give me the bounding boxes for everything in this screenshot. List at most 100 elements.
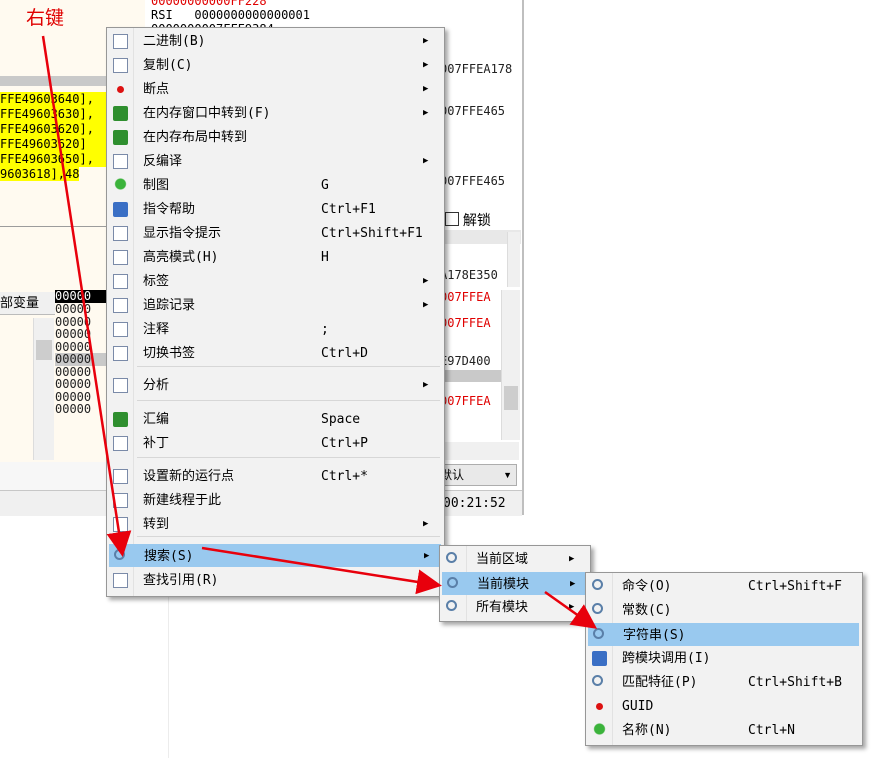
menu-item-label: 补丁 bbox=[143, 436, 170, 451]
locals-scrollbar[interactable] bbox=[33, 318, 54, 460]
menu-item-assemble[interactable]: 汇编 Space bbox=[109, 408, 441, 431]
checkbox-box[interactable] bbox=[445, 212, 459, 226]
menu-item-highlight-mode[interactable]: 高亮模式(H) H bbox=[109, 246, 441, 269]
submenu-arrow-icon: ▶ bbox=[423, 300, 429, 310]
context-menu[interactable]: 二进制(B) ▶ 复制(C) ▶ 断点 ▶ 在内存窗口中转到(F) ▶ 在内存布局中转到 反编译 ▶… bbox=[106, 27, 445, 597]
menu-item-pattern[interactable]: 匹配特征(P) Ctrl+Shift+B bbox=[588, 671, 859, 694]
menu-item-trace-record[interactable]: 追踪记录 ▶ bbox=[109, 294, 441, 317]
menu-item-analysis[interactable]: 分析 ▶ bbox=[109, 374, 441, 397]
menu-item-comment[interactable]: 注释; bbox=[109, 318, 441, 341]
menu-item-set-new-origin[interactable]: 设置新的运行点 Ctrl+* bbox=[109, 465, 441, 488]
menu-item-label: 二进制(B) bbox=[143, 34, 206, 49]
comment-icon bbox=[113, 322, 128, 337]
locals-tab[interactable]: 部变量 bbox=[0, 292, 55, 315]
submenu-arrow-icon: ▶ bbox=[423, 60, 429, 70]
asm-line: FFE49603640], bbox=[0, 92, 120, 107]
submenu-arrow-icon: ▶ bbox=[423, 156, 429, 166]
menu-item-goto[interactable]: 转到 ▶ bbox=[109, 513, 441, 536]
calls-icon bbox=[592, 651, 607, 666]
register-row: RSI 0000000000000001 bbox=[151, 8, 310, 22]
menu-item-instruction-help[interactable]: 指令帮助 Ctrl+F1 bbox=[109, 198, 441, 221]
graph-icon bbox=[113, 178, 128, 193]
menu-item-label: 跨模块调用(I) bbox=[622, 651, 711, 666]
guid-icon bbox=[592, 699, 607, 714]
menu-item-patch[interactable]: 补丁 Ctrl+P bbox=[109, 432, 441, 455]
menu-item-label: 断点 bbox=[143, 82, 170, 97]
menu-item-command[interactable]: 命令(O) Ctrl+Shift+F bbox=[588, 575, 859, 598]
menu-item-shortcut: ; bbox=[321, 322, 329, 337]
menu-item-label: 在内存布局中转到 bbox=[143, 130, 248, 145]
menu-item-create-thread[interactable]: 新建线程于此 bbox=[109, 489, 441, 512]
submenu-arrow-icon: ▶ bbox=[423, 84, 429, 94]
menu-item-find-references[interactable]: 查找引用(R) ▶ bbox=[109, 569, 441, 592]
menu-item-intermodular-calls[interactable]: 跨模块调用(I) bbox=[588, 647, 859, 670]
menu-item-graph[interactable]: 制图 G bbox=[109, 174, 441, 197]
stack-value: E97D400 bbox=[440, 354, 491, 368]
side-value: 007FFE465 bbox=[440, 174, 506, 188]
submenu-arrow-icon: ▶ bbox=[569, 554, 575, 564]
memory-window-icon bbox=[113, 106, 128, 121]
menu-item-binary[interactable]: 二进制(B) ▶ bbox=[109, 30, 441, 53]
menu-item-label: 名称(N) bbox=[622, 723, 672, 738]
menu-item-current-module[interactable]: 当前模块 ▶ bbox=[442, 572, 587, 595]
asm-line: FFE49603620] bbox=[0, 137, 120, 152]
stack-scrollbar-top[interactable] bbox=[507, 232, 520, 287]
menu-item-shortcut: Ctrl+* bbox=[321, 469, 368, 484]
menu-item-goto-memory-layout[interactable]: 在内存布局中转到 bbox=[109, 126, 441, 149]
menu-item-label: 常数(C) bbox=[622, 603, 672, 618]
menu-item-current-region[interactable]: 当前区域 ▶ bbox=[442, 548, 587, 571]
module-submenu[interactable]: 命令(O) Ctrl+Shift+F 常数(C) 字符串(S) 跨模块调用(I) 匹配特征… bbox=[585, 572, 863, 746]
call-convention-select[interactable]: 默认 ▼ bbox=[435, 464, 517, 486]
menu-item-constant[interactable]: 常数(C) bbox=[588, 599, 859, 622]
submenu-arrow-icon: ▶ bbox=[423, 519, 429, 529]
menu-item-string[interactable]: 字符串(S) bbox=[588, 623, 859, 646]
stack-value: 007FFEA bbox=[440, 316, 491, 330]
menu-item-label[interactable]: 标签 ▶ bbox=[109, 270, 441, 293]
menu-item-label: 当前模块 bbox=[477, 577, 530, 592]
stack-hscroll[interactable] bbox=[440, 442, 519, 460]
menu-separator bbox=[137, 400, 440, 401]
menu-item-label: 命令(O) bbox=[622, 579, 672, 594]
menu-item-goto-memory-window[interactable]: 在内存窗口中转到(F) ▶ bbox=[109, 102, 441, 125]
menu-item-decompile[interactable]: 反编译 ▶ bbox=[109, 150, 441, 173]
scroll-thumb[interactable] bbox=[504, 386, 518, 410]
menu-item-shortcut: Ctrl+Shift+B bbox=[748, 675, 842, 690]
submenu-arrow-icon: ▶ bbox=[423, 380, 429, 390]
chevron-down-icon: ▼ bbox=[503, 470, 512, 480]
menu-item-breakpoint[interactable]: 断点 ▶ bbox=[109, 78, 441, 101]
analysis-icon bbox=[113, 378, 128, 393]
stack-value: 007FFEA bbox=[440, 290, 491, 304]
submenu-arrow-icon: ▶ bbox=[424, 551, 430, 561]
menu-item-search[interactable]: 搜索(S) ▶ bbox=[109, 544, 441, 567]
menu-item-toggle-bookmark[interactable]: 切换书签 Ctrl+D bbox=[109, 342, 441, 365]
submenu-arrow-icon: ▶ bbox=[423, 276, 429, 286]
scroll-thumb[interactable] bbox=[36, 340, 52, 360]
menu-item-label: 匹配特征(P) bbox=[622, 675, 698, 690]
help-icon bbox=[113, 202, 128, 217]
menu-item-label: 复制(C) bbox=[143, 58, 193, 73]
menu-item-label: 在内存窗口中转到(F) bbox=[143, 106, 271, 121]
goto-icon bbox=[113, 517, 128, 532]
menu-item-label: 分析 bbox=[143, 378, 170, 393]
asm-line: FFE49603620], bbox=[0, 122, 120, 137]
stack-scrollbar[interactable] bbox=[501, 290, 520, 440]
memory-map-icon bbox=[113, 130, 128, 145]
menu-item-all-modules[interactable]: 所有模块 ▶ bbox=[442, 596, 587, 619]
find-string-icon bbox=[593, 628, 604, 639]
menu-item-shortcut: Ctrl+D bbox=[321, 346, 368, 361]
menu-item-show-instruction-tips[interactable]: 显示指令提示 Ctrl+Shift+F1 bbox=[109, 222, 441, 245]
menu-item-shortcut: Ctrl+F1 bbox=[321, 202, 376, 217]
menu-item-label: 查找引用(R) bbox=[143, 573, 219, 588]
menu-item-guid[interactable]: GUID bbox=[588, 695, 859, 718]
unlock-checkbox[interactable]: 解锁 bbox=[445, 210, 517, 230]
menu-item-label: 注释 bbox=[143, 322, 170, 337]
menu-item-shortcut: Ctrl+N bbox=[748, 723, 795, 738]
menu-item-copy[interactable]: 复制(C) ▶ bbox=[109, 54, 441, 77]
menu-item-name[interactable]: 名称(N) Ctrl+N bbox=[588, 719, 859, 742]
search-submenu[interactable]: 当前区域 ▶ 当前模块 ▶ 所有模块 ▶ bbox=[439, 545, 591, 622]
origin-icon bbox=[113, 469, 128, 484]
menu-item-label: 指令帮助 bbox=[143, 202, 196, 217]
search-icon bbox=[114, 549, 125, 560]
menu-item-label: 反编译 bbox=[143, 154, 183, 169]
label-icon bbox=[113, 274, 128, 289]
